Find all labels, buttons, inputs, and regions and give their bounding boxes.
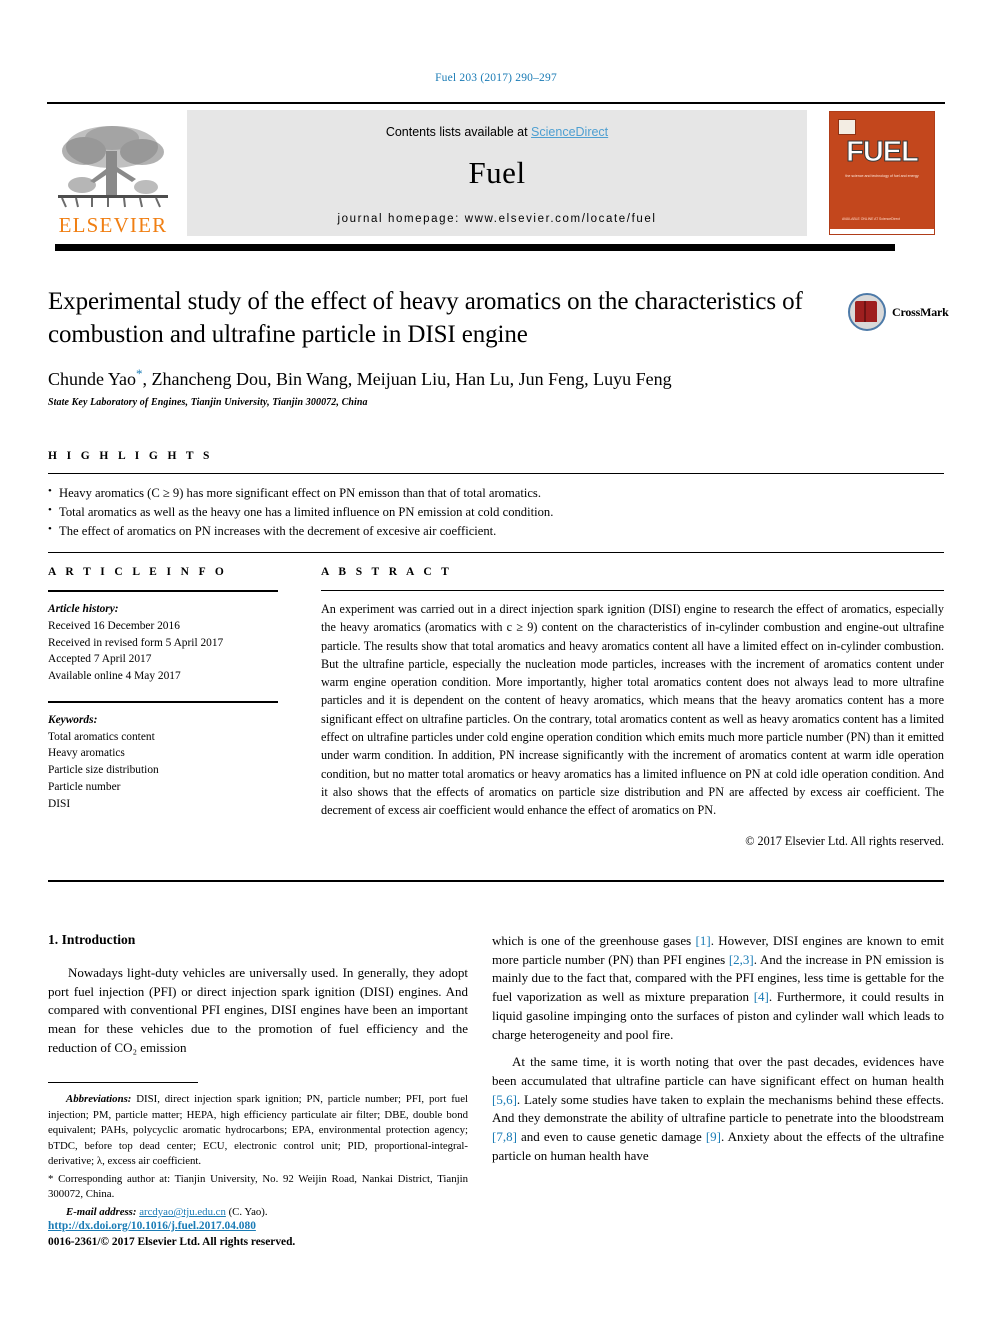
keywords-group: Keywords: Total aromatics content Heavy … <box>48 703 278 813</box>
article-history-group: Article history: Received 16 December 20… <box>48 592 278 685</box>
citation-ref[interactable]: [4] <box>754 989 769 1004</box>
paragraph: Nowadays light-duty vehicles are univers… <box>48 965 468 1055</box>
masthead-top-rule <box>47 102 945 104</box>
elsevier-logo: ELSEVIER <box>47 110 179 236</box>
keyword-item: Heavy aromatics <box>48 747 125 760</box>
footnote-rule <box>48 1082 198 1083</box>
highlights-bottom-rule <box>48 551 944 553</box>
article-info-heading: A R T I C L E I N F O <box>48 566 228 578</box>
article-history-label: Article history: <box>48 603 119 615</box>
keywords-label: Keywords: <box>48 713 98 726</box>
contents-prefix: Contents lists available at <box>385 125 532 139</box>
cover-elsevier-mark-icon <box>838 119 856 135</box>
text-run: . Lately some studies have taken to expl… <box>492 1091 944 1126</box>
abstract-section: A B S T R A C T An experiment was carrie… <box>321 566 944 849</box>
elsevier-tree-icon <box>58 126 168 208</box>
journal-masthead: ELSEVIER Contents lists available at Sci… <box>47 102 945 238</box>
keyword-item: Particle size distribution <box>48 764 159 777</box>
journal-homepage[interactable]: journal homepage: www.elsevier.com/locat… <box>187 191 807 225</box>
citation-ref[interactable]: [9] <box>706 1129 721 1144</box>
journal-cover-thumbnail[interactable]: FUEL the science and technology of fuel … <box>819 110 945 236</box>
keyword-item: Total aromatics content <box>48 730 155 743</box>
affiliation: State Key Laboratory of Engines, Tianjin… <box>48 396 368 408</box>
section-heading-introduction: 1. Introduction <box>48 932 136 947</box>
history-received: Received 16 December 2016 <box>48 619 180 632</box>
journal-cover-image: FUEL the science and technology of fuel … <box>829 111 935 235</box>
corresponding-author-name: Chunde Yao <box>48 368 137 389</box>
body-right-column: which is one of the greenhouse gases [1]… <box>492 932 944 1175</box>
crossmark-label: CrossMark <box>892 304 949 319</box>
journal-band: Contents lists available at ScienceDirec… <box>187 110 807 236</box>
history-online: Available online 4 May 2017 <box>48 670 181 683</box>
cover-footer: AVAILABLE ONLINE AT ScienceDirect <box>842 216 900 221</box>
citation-ref[interactable]: [2,3] <box>729 952 754 967</box>
footnotes-section: Abbreviations: DISI, direct injection sp… <box>48 1092 468 1222</box>
paragraph: which is one of the greenhouse gases [1]… <box>492 932 944 1044</box>
body-top-rule <box>48 880 944 882</box>
article-info-section: A R T I C L E I N F O Article history: R… <box>48 566 278 812</box>
doi-link[interactable]: http://dx.doi.org/10.1016/j.fuel.2017.04… <box>48 1220 256 1232</box>
history-revised: Received in revised form 5 April 2017 <box>48 636 224 649</box>
email-owner: (C. Yao). <box>225 1205 268 1218</box>
cover-title: FUEL <box>846 136 920 168</box>
keyword-item: DISI <box>48 797 71 810</box>
citation-ref[interactable]: [5,6] <box>492 1092 517 1107</box>
elsevier-wordmark: ELSEVIER <box>58 213 168 237</box>
text-run: and even to cause genetic damage <box>516 1129 706 1145</box>
crossmark-badge-group[interactable]: CrossMark <box>848 292 949 332</box>
list-item: Heavy aromatics (C ≥ 9) has more signifi… <box>48 483 944 503</box>
doi-block: http://dx.doi.org/10.1016/j.fuel.2017.04… <box>48 1218 468 1250</box>
abbreviations-label: Abbreviations: <box>66 1093 132 1105</box>
page-title: Experimental study of the effect of heav… <box>48 288 803 349</box>
corresponding-author-note: * Corresponding author at: Tianjin Unive… <box>48 1172 468 1201</box>
text-run: which is one of the greenhouse gases <box>492 933 696 948</box>
issn-copyright-line: 0016-2361/© 2017 Elsevier Ltd. All right… <box>48 1236 296 1249</box>
running-head: Fuel 203 (2017) 290–297 <box>435 72 557 84</box>
crossmark-icon <box>848 293 886 331</box>
text-run: At the same time, it is worth noting tha… <box>492 1054 944 1089</box>
email-label: E-mail address: <box>66 1205 137 1218</box>
author-list: Chunde Yao*, Zhancheng Dou, Bin Wang, Me… <box>48 366 838 391</box>
citation-ref[interactable]: [1] <box>696 933 711 948</box>
body-left-column: 1. Introduction Nowadays light-duty vehi… <box>48 932 468 1067</box>
highlights-heading: H I G H L I G H T S <box>48 450 213 462</box>
contents-available-line: Contents lists available at ScienceDirec… <box>187 110 807 139</box>
copyright-line: © 2017 Elsevier Ltd. All rights reserved… <box>745 833 944 848</box>
journal-article-page: Fuel 203 (2017) 290–297 ELSEVIER Content… <box>0 0 992 1323</box>
coauthor-names: , Zhancheng Dou, Bin Wang, Meijuan Liu, … <box>142 368 672 389</box>
cover-bottom-strip <box>830 229 934 234</box>
list-item: The effect of aromatics on PN increases … <box>48 521 944 541</box>
list-item: Total aromatics as well as the heavy one… <box>48 502 944 522</box>
sciencedirect-link[interactable]: ScienceDirect <box>531 125 608 139</box>
highlights-section: H I G H L I G H T S Heavy aromatics (C ≥… <box>48 450 944 553</box>
history-accepted: Accepted 7 April 2017 <box>48 653 152 666</box>
email-link[interactable]: arcdyao@tju.edu.cn <box>139 1206 226 1218</box>
paragraph: At the same time, it is worth noting tha… <box>492 1053 944 1165</box>
crossmark-book-glyph <box>855 301 877 322</box>
journal-title: Fuel <box>468 155 526 190</box>
abstract-text: An experiment was carried out in a direc… <box>321 602 944 818</box>
abstract-heading: A B S T R A C T <box>321 566 453 578</box>
citation-ref[interactable]: [7,8] <box>492 1129 517 1144</box>
cover-subtitle: the science and technology of fuel and e… <box>845 174 919 178</box>
highlights-list: Heavy aromatics (C ≥ 9) has more signifi… <box>48 474 944 541</box>
keyword-item: Particle number <box>48 780 121 793</box>
title-block: Experimental study of the effect of heav… <box>48 285 838 408</box>
abbreviations-note: Abbreviations: DISI, direct injection sp… <box>48 1092 468 1170</box>
heavy-divider-bar <box>55 244 895 251</box>
